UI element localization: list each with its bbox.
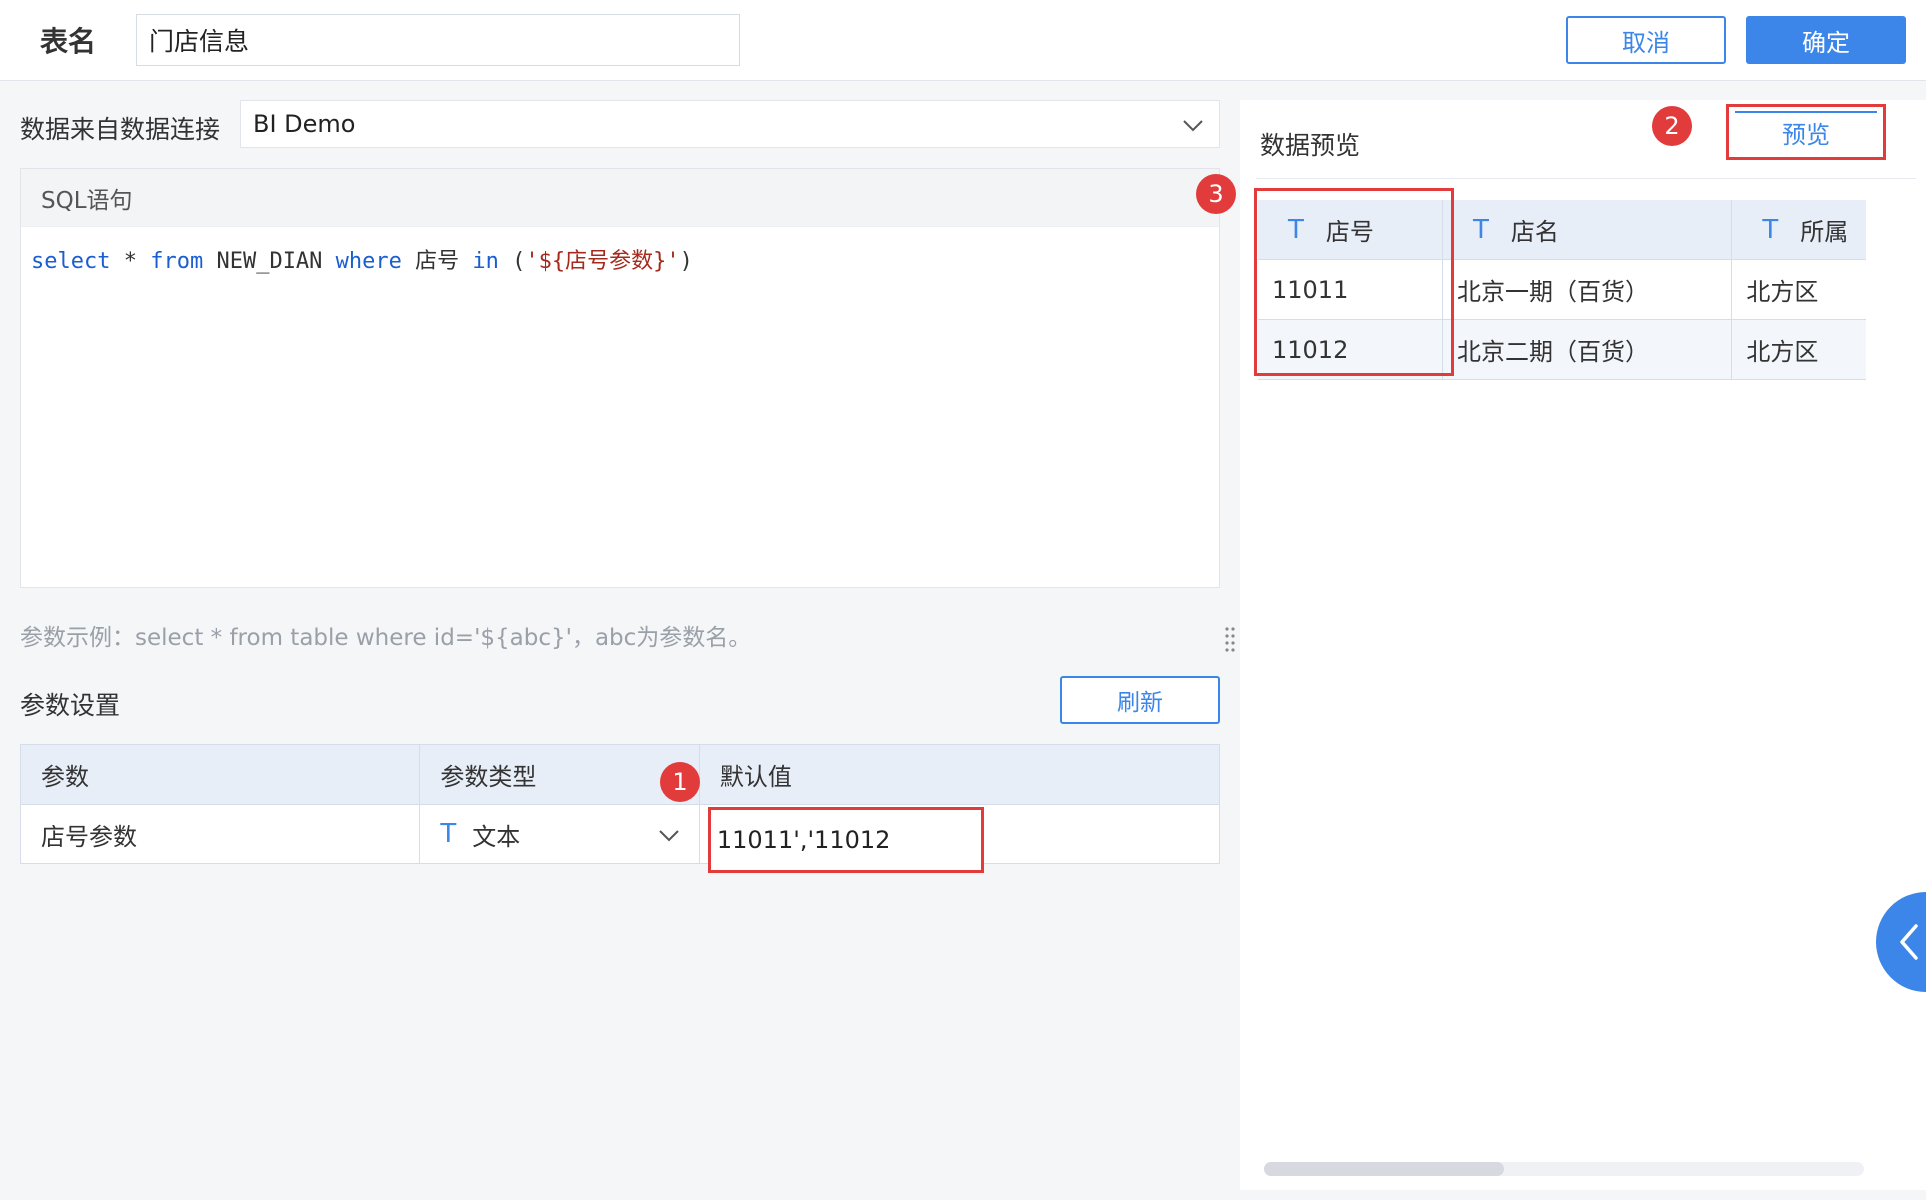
data-preview-title: 数据预览 — [1260, 131, 1361, 160]
data-source-value: BI Demo — [253, 110, 356, 138]
drag-handle-icon[interactable] — [1224, 626, 1236, 654]
column-name: 店号 — [1325, 218, 1374, 246]
preview-table-header: T 店号 T 店名 T 所属 — [1258, 200, 1866, 260]
preview-table: T 店号 T 店名 T 所属 11011 北京一期（百货） 北方区 11012 … — [1258, 200, 1866, 380]
text-type-icon: T — [440, 819, 457, 849]
column-name: 所属 — [1800, 218, 1849, 246]
sql-text: * — [110, 249, 151, 274]
annotation-badge: 1 — [660, 762, 700, 802]
annotation-badge: 3 — [1196, 174, 1236, 214]
sql-keyword: in — [472, 249, 499, 274]
preview-button[interactable]: 预览 — [1726, 104, 1886, 160]
text-type-icon: T — [1288, 214, 1304, 245]
column-header: T 店号 — [1258, 200, 1443, 260]
sql-text: ( — [498, 249, 526, 274]
column-name: 店名 — [1510, 218, 1559, 246]
sql-text: 店号 — [401, 249, 473, 274]
column-header: 参数 — [21, 745, 421, 804]
table-cell: 北方区 — [1732, 260, 1866, 320]
table-row: 11012 北京二期（百货） 北方区 — [1258, 320, 1866, 380]
sql-code[interactable]: select * from NEW_DIAN where 店号 in ('${店… — [21, 227, 1219, 291]
sql-editor-header: SQL语句 — [21, 169, 1219, 227]
column-header: T 所属 — [1732, 200, 1866, 260]
table-cell: 北方区 — [1732, 320, 1866, 380]
table-cell: 北京一期（百货） — [1442, 260, 1733, 320]
chevron-down-icon — [659, 830, 679, 842]
param-settings-title: 参数设置 — [20, 691, 121, 720]
horizontal-scrollbar[interactable] — [1264, 1162, 1864, 1176]
scrollbar-thumb[interactable] — [1264, 1162, 1504, 1176]
chevron-left-icon — [1900, 924, 1918, 960]
param-table-header: 参数 参数类型 默认值 — [21, 745, 1219, 804]
table-row: 店号参数 T 文本 11011','11012 — [21, 804, 1219, 873]
chevron-down-icon — [1183, 120, 1203, 132]
confirm-button[interactable]: 确定 — [1746, 16, 1906, 64]
default-value-input[interactable]: 11011','11012 — [707, 807, 984, 873]
sql-editor[interactable]: SQL语句 select * from NEW_DIAN where 店号 in… — [20, 168, 1220, 588]
top-bar: 表名 取消 确定 — [0, 0, 1926, 81]
text-type-icon: T — [1762, 214, 1779, 245]
text-type-icon: T — [1472, 214, 1489, 245]
sql-string: '${店号参数}' — [525, 249, 680, 274]
sql-text: NEW_DIAN — [203, 249, 336, 274]
param-type-select[interactable]: T 文本 — [420, 805, 700, 863]
annotation-badge: 2 — [1652, 106, 1692, 146]
sql-keyword: from — [150, 249, 204, 274]
param-table: 参数 参数类型 默认值 店号参数 T 文本 11011','11012 — [20, 744, 1220, 873]
table-name-input[interactable] — [136, 14, 740, 66]
preview-button-accent — [1735, 111, 1877, 113]
data-source-select[interactable]: BI Demo — [240, 100, 1220, 148]
preview-button-label: 预览 — [1782, 120, 1830, 149]
default-value-cell: 11011','11012 — [700, 805, 1219, 873]
sql-keyword: where — [335, 249, 402, 274]
parameter-hint: 参数示例：select * from table where id='${abc… — [20, 625, 752, 651]
cancel-button[interactable]: 取消 — [1566, 16, 1726, 64]
column-header: 参数类型 — [420, 745, 700, 804]
divider — [1256, 178, 1916, 179]
table-cell: 11011 — [1258, 260, 1443, 320]
param-name: 店号参数 — [21, 805, 421, 863]
sql-text: ) — [679, 249, 693, 274]
param-type-value: 文本 — [472, 822, 521, 851]
table-name-label: 表名 — [40, 25, 97, 58]
data-preview-panel: 数据预览 预览 T 店号 T 店名 T 所属 11011 北京一期（百货） 北方… — [1240, 100, 1926, 1190]
data-source-label: 数据来自数据连接 — [20, 115, 221, 144]
column-header: T 店名 — [1442, 200, 1733, 260]
column-header: 默认值 — [719, 763, 792, 791]
sql-keyword: select — [31, 249, 111, 274]
table-cell: 11012 — [1258, 320, 1443, 380]
table-row: 11011 北京一期（百货） 北方区 — [1258, 260, 1866, 320]
refresh-button[interactable]: 刷新 — [1060, 676, 1220, 724]
table-cell: 北京二期（百货） — [1442, 320, 1733, 380]
